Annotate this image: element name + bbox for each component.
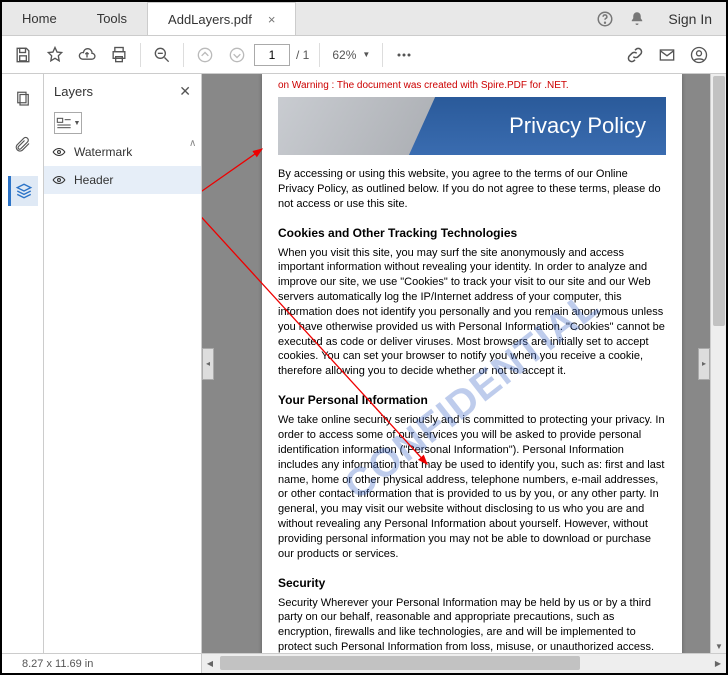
cloud-upload-icon[interactable] — [72, 40, 102, 70]
thumbnails-rail-icon[interactable] — [8, 84, 38, 114]
tab-tools[interactable]: Tools — [77, 2, 147, 35]
scroll-left-icon[interactable]: ◀ — [202, 654, 218, 673]
layer-row-watermark[interactable]: Watermark — [44, 138, 201, 166]
sign-in-link[interactable]: Sign In — [668, 11, 712, 27]
pdf-page: on Warning : The document was created wi… — [262, 74, 682, 653]
layers-rail-icon[interactable] — [8, 176, 38, 206]
tab-file[interactable]: AddLayers.pdf × — [147, 2, 296, 35]
page-up-icon[interactable] — [190, 40, 220, 70]
save-icon[interactable] — [8, 40, 38, 70]
scrollbar-thumb[interactable] — [713, 76, 725, 326]
zoom-out-icon[interactable] — [147, 40, 177, 70]
scrollbar-thumb[interactable] — [220, 656, 580, 670]
section-heading-cookies: Cookies and Other Tracking Technologies — [278, 226, 666, 240]
section-heading-security: Security — [278, 576, 666, 590]
close-panel-icon[interactable]: ✕ — [179, 83, 191, 100]
page-number-input[interactable] — [254, 44, 290, 66]
layer-label: Watermark — [74, 145, 132, 159]
header-banner: Privacy Policy — [278, 97, 666, 155]
layers-options-button[interactable]: ▼ — [54, 112, 82, 134]
evaluation-warning: on Warning : The document was created wi… — [278, 80, 666, 91]
page-dimensions-label: 8.27 x 11.69 in — [2, 654, 202, 673]
close-tab-icon[interactable]: × — [268, 12, 276, 27]
attachments-rail-icon[interactable] — [8, 130, 38, 160]
scroll-down-icon[interactable]: ▼ — [711, 639, 726, 653]
help-icon[interactable] — [596, 10, 614, 28]
intro-paragraph: By accessing or using this website, you … — [278, 167, 666, 212]
panel-scroll-up-icon[interactable]: ∧ — [189, 138, 199, 150]
mail-icon[interactable] — [652, 40, 682, 70]
eye-icon[interactable] — [52, 145, 66, 159]
page-down-icon[interactable] — [222, 40, 252, 70]
star-icon[interactable] — [40, 40, 70, 70]
section-paragraph: When you visit this site, you may surf t… — [278, 246, 666, 380]
vertical-scrollbar[interactable]: ▲ ▼ — [710, 74, 726, 653]
scroll-right-icon[interactable]: ▶ — [710, 654, 726, 673]
section-heading-personal: Your Personal Information — [278, 393, 666, 407]
page-total-label: / 1 — [292, 48, 313, 62]
zoom-dropdown[interactable]: 62%▼ — [326, 48, 376, 62]
section-paragraph: We take online security seriously and is… — [278, 413, 666, 561]
profile-icon[interactable] — [684, 40, 714, 70]
print-icon[interactable] — [104, 40, 134, 70]
collapse-right-handle[interactable]: ▸ — [698, 348, 710, 380]
eye-icon[interactable] — [52, 173, 66, 187]
tab-home[interactable]: Home — [2, 2, 77, 35]
more-icon[interactable] — [389, 40, 419, 70]
section-paragraph: Security Wherever your Personal Informat… — [278, 596, 666, 653]
link-icon[interactable] — [620, 40, 650, 70]
layer-row-header[interactable]: Header — [44, 166, 201, 194]
bell-icon[interactable] — [628, 10, 646, 28]
collapse-left-handle[interactable]: ◂ — [202, 348, 214, 380]
horizontal-scrollbar[interactable]: ◀ ▶ — [202, 654, 726, 673]
layers-panel-title: Layers — [54, 84, 93, 99]
layer-label: Header — [74, 173, 113, 187]
